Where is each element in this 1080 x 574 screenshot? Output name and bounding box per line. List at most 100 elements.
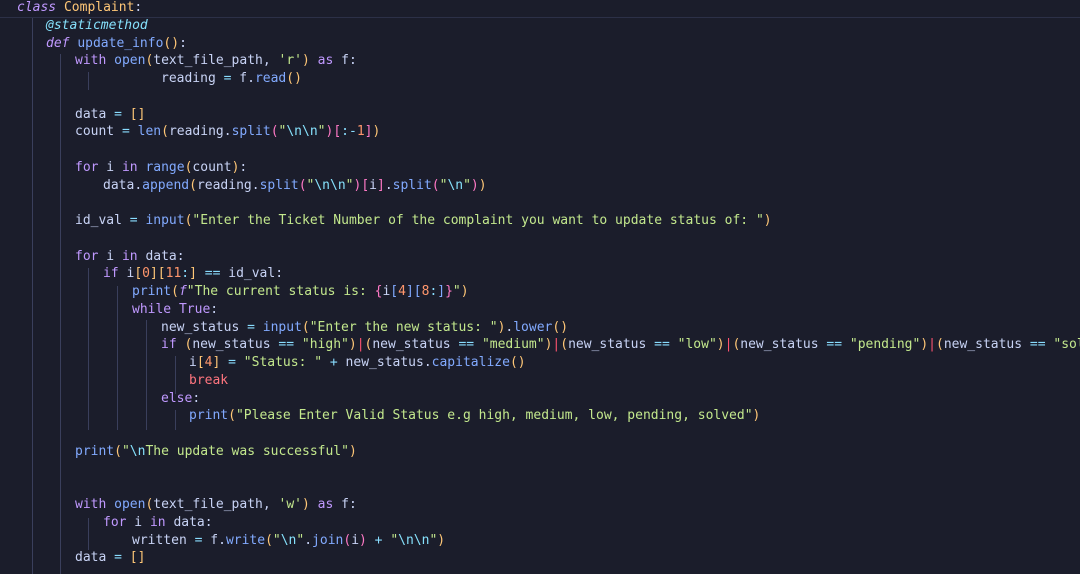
code-line[interactable]: data.append(reading.split("\n\n")[i].spl… [103,177,487,195]
code-token: : [179,35,187,51]
code-line[interactable]: print("Please Enter Valid Status e.g hig… [189,407,760,425]
code-token: i [126,514,150,530]
code-token: break [189,372,229,388]
code-line[interactable]: if (new_status == "high")|(new_status ==… [161,336,1080,354]
code-token: == [204,266,221,282]
code-token: 0 [142,266,150,282]
code-token: data: [165,514,213,530]
code-editor[interactable]: class Complaint: @staticmethod def update_… [0,0,1080,574]
code-token: } [445,284,453,299]
code-line[interactable]: else: [161,390,200,408]
code-token: " [317,124,326,140]
code-token: " [345,177,354,193]
code-token: count [192,159,232,175]
code-token: , [262,497,279,512]
code-line[interactable]: with open(text_file_path, 'w') as f: [75,496,357,514]
code-token: ) [470,177,479,193]
code-token: i [98,159,122,175]
code-token: : [134,0,143,15]
code-token: = [114,106,122,122]
code-line[interactable]: new_status = input("Enter the new status… [161,319,568,337]
code-token: data [103,177,135,193]
code-token: = [129,213,138,228]
code-token: [ [390,284,399,299]
code-token: ( [301,319,310,335]
code-line[interactable]: reading = f.read() [161,70,302,88]
code-token: ( [189,177,197,193]
code-line[interactable]: while True: [132,301,218,319]
code-token: "medium" [481,337,545,353]
code-token: text_file_path [153,497,263,512]
code-token: count [75,124,115,140]
code-line[interactable]: break [189,372,228,390]
code-token: range [145,159,185,175]
code-line[interactable]: if i[0][11:] == id_val: [103,265,283,283]
code-token: split [259,177,299,193]
code-token: "Please Enter Valid Status e.g high, med… [235,408,753,424]
indent-guide-line [60,54,61,574]
code-token: 4 [398,284,406,299]
code-token: [ [361,177,370,193]
code-line[interactable]: for i in data: [103,514,213,532]
code-token: :- [341,124,357,140]
code-line[interactable]: def update_info(): [46,35,187,53]
code-token: new_status. [337,355,432,370]
code-token: () [286,71,302,86]
code-token: i [369,177,377,193]
code-token: \n [129,443,146,459]
code-token: [ [196,355,205,370]
code-token: input [145,213,185,228]
code-token: reading [161,71,216,86]
code-line[interactable]: written = f.write("\n".join(i) + "\n\n") [132,532,445,550]
code-token: , [262,53,279,69]
code-token: 1 [356,124,365,140]
code-line[interactable]: print("\nThe update was successful") [75,443,357,461]
code-line[interactable]: data = [] [75,549,145,567]
code-token: ( [270,124,279,140]
code-token: ) [478,177,487,193]
code-token: data [75,550,107,566]
code-line[interactable]: for i in data: [75,248,185,266]
code-token: update_info [77,35,164,51]
code-token: data [75,106,107,122]
code-line[interactable]: id_val = input("Enter the Ticket Number … [75,212,772,230]
code-token: ][ [149,266,166,282]
code-token: ( [265,532,273,548]
code-line[interactable]: @staticmethod [46,17,148,35]
code-line[interactable]: i[4] = "Status: " + new_status.capitaliz… [189,354,526,372]
code-line[interactable]: for i in range(count): [75,159,247,177]
code-token: while [132,301,172,317]
code-token: for [75,248,99,264]
code-token: == [826,337,843,353]
code-token: print [132,284,172,299]
code-line[interactable]: with open(text_file_path, 'r') as f: [75,52,357,70]
code-token: [] [129,106,146,122]
code-token: \n [447,177,464,193]
code-token: ) [359,532,367,548]
code-token: ( [114,443,122,459]
code-token: len [137,124,162,140]
code-token: "low" [677,337,717,353]
code-line[interactable]: class Complaint: [17,0,142,17]
code-token: "Enter the Ticket Number of the complain… [192,213,764,228]
code-token: ( [171,284,179,299]
code-token: == [654,337,670,353]
code-token: else [161,390,193,406]
code-line[interactable]: print(f"The current status is: {i[4][8:]… [132,283,469,301]
code-token: ( [161,124,169,140]
code-token: reading [168,124,224,140]
code-token: open [114,53,146,69]
code-token: open [114,497,146,512]
code-line[interactable]: count = len(reading.split("\n\n")[:-1]) [75,123,380,141]
code-token: print [75,443,115,459]
code-line[interactable]: data = [] [75,106,145,124]
